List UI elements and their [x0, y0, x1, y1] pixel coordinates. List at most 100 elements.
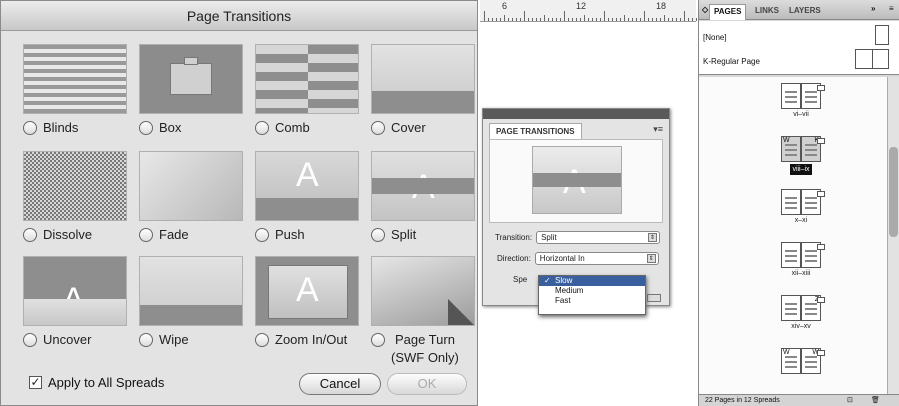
- ok-button[interactable]: OK: [387, 373, 467, 395]
- fast-forward-icon[interactable]: »: [871, 4, 875, 13]
- cancel-button[interactable]: Cancel: [299, 373, 381, 395]
- menu-item-fast[interactable]: Fast: [539, 296, 645, 306]
- master-none-thumb[interactable]: [875, 25, 889, 45]
- ruler-tick: [672, 18, 673, 21]
- option-label: Split: [391, 227, 417, 242]
- ruler-tick: [524, 11, 525, 21]
- transition-icon: [817, 138, 825, 144]
- apply-to-all-icon[interactable]: [647, 294, 661, 302]
- page-thumbnail[interactable]: [781, 189, 801, 215]
- panel-menu-icon[interactable]: ≡: [889, 4, 894, 13]
- ruler-tick: [628, 18, 629, 21]
- menu-item-medium[interactable]: Medium: [539, 286, 645, 296]
- page-thumbnail[interactable]: W: [781, 348, 801, 374]
- radio-push[interactable]: [255, 228, 269, 242]
- spread-label: xiv–xv: [791, 323, 811, 330]
- ruler-tick: [620, 18, 621, 21]
- page-thumbnail[interactable]: [781, 83, 801, 109]
- master-k-regular[interactable]: K-Regular Page: [703, 57, 760, 66]
- spread-item[interactable]: xii–xiii: [769, 242, 833, 277]
- checkmark-icon[interactable]: ✓: [29, 376, 42, 389]
- direction-row: Direction: Horizontal In ⇕: [497, 252, 659, 265]
- option-cover[interactable]: Cover: [371, 44, 483, 135]
- spread-item[interactable]: WW: [769, 348, 833, 374]
- uncover-thumbnail: A: [23, 256, 127, 326]
- page-thumbnail[interactable]: [781, 295, 801, 321]
- spread-item[interactable]: vi–vii: [769, 83, 833, 118]
- option-split[interactable]: A Split: [371, 151, 483, 242]
- spread-label: viii–ix: [790, 164, 812, 175]
- tab-links[interactable]: LINKS: [751, 4, 783, 20]
- option-zoom[interactable]: A Zoom In/Out: [255, 256, 367, 347]
- vertical-scrollbar[interactable]: [887, 77, 899, 395]
- ruler-tick: [596, 18, 597, 21]
- ruler-tick: [668, 18, 669, 21]
- pages-panel-tabs: ◇ PAGES LINKS LAYERS » ≡: [699, 0, 899, 20]
- radio-zoom[interactable]: [255, 333, 269, 347]
- radio-box[interactable]: [139, 121, 153, 135]
- ruler-tick: [692, 18, 693, 21]
- option-blinds[interactable]: Blinds: [23, 44, 135, 135]
- tab-pages[interactable]: PAGES: [709, 4, 747, 20]
- ruler-tick: [664, 15, 665, 21]
- page-thumbnail[interactable]: W: [781, 136, 801, 162]
- menu-item-slow[interactable]: ✓ Slow: [539, 276, 645, 286]
- page-thumbnail[interactable]: [781, 242, 801, 268]
- collapse-icon[interactable]: ◇: [702, 5, 708, 14]
- option-push[interactable]: A Push: [255, 151, 367, 242]
- menu-item-label: Fast: [555, 296, 571, 305]
- option-box[interactable]: Box: [139, 44, 251, 135]
- option-label: Push: [275, 227, 305, 242]
- new-page-icon[interactable]: ⊡: [847, 395, 853, 406]
- ruler-tick: [644, 11, 645, 21]
- page-transitions-dialog: Page Transitions Blinds Box Comb Cover D…: [0, 0, 478, 406]
- direction-select[interactable]: Horizontal In ⇕: [534, 252, 659, 265]
- radio-fade[interactable]: [139, 228, 153, 242]
- panel-menu-icon[interactable]: ▾≡: [653, 124, 663, 135]
- ruler-tick: [640, 18, 641, 21]
- master-k-regular-thumb[interactable]: [855, 49, 889, 69]
- option-comb[interactable]: Comb: [255, 44, 367, 135]
- radio-cover[interactable]: [371, 121, 385, 135]
- option-dissolve[interactable]: Dissolve: [23, 151, 135, 242]
- option-uncover[interactable]: A Uncover: [23, 256, 135, 347]
- ruler-tick: [688, 18, 689, 21]
- radio-dissolve[interactable]: [23, 228, 37, 242]
- option-wipe[interactable]: Wipe: [139, 256, 251, 347]
- pages-count: 22 Pages in 12 Spreads: [705, 397, 780, 404]
- fade-thumbnail: [139, 151, 243, 221]
- radio-page-turn[interactable]: [371, 333, 385, 347]
- spread-item[interactable]: x–xi: [769, 189, 833, 224]
- master-none[interactable]: [None]: [703, 33, 727, 42]
- radio-blinds[interactable]: [23, 121, 37, 135]
- transition-select[interactable]: Split ⇕: [536, 231, 661, 244]
- zoom-thumbnail: A: [255, 256, 359, 326]
- scroll-thumb[interactable]: [889, 147, 898, 237]
- pages-footer: 22 Pages in 12 Spreads ⊡ 🗑: [699, 394, 899, 406]
- master-letter: W: [783, 349, 790, 356]
- option-fade[interactable]: Fade: [139, 151, 251, 242]
- spreads-list[interactable]: vi–viiWKviii–ixx–xixii–xiiiZxiv–xvWW: [699, 77, 887, 395]
- spread-item[interactable]: Zxiv–xv: [769, 295, 833, 330]
- ruler-number: 12: [576, 1, 587, 11]
- radio-uncover[interactable]: [23, 333, 37, 347]
- ruler-tick: [504, 15, 505, 21]
- trash-icon[interactable]: 🗑: [871, 395, 880, 406]
- master-letter: W: [783, 137, 790, 144]
- spread-item[interactable]: WKviii–ix: [769, 136, 833, 175]
- ruler-tick: [500, 18, 501, 21]
- tab-layers[interactable]: LAYERS: [785, 4, 825, 20]
- apply-all-checkbox[interactable]: ✓ Apply to All Spreads: [29, 375, 164, 390]
- radio-comb[interactable]: [255, 121, 269, 135]
- ruler-tick: [676, 18, 677, 21]
- radio-split[interactable]: [371, 228, 385, 242]
- ruler-tick: [556, 18, 557, 21]
- ruler-tick: [592, 18, 593, 21]
- panel-tab[interactable]: PAGE TRANSITIONS: [489, 123, 582, 139]
- option-page-turn[interactable]: Page Turn (SWF Only): [371, 256, 483, 365]
- radio-wipe[interactable]: [139, 333, 153, 347]
- option-label: Cover: [391, 120, 426, 135]
- option-sublabel: (SWF Only): [391, 350, 459, 365]
- panel-titlebar[interactable]: [483, 109, 669, 119]
- transition-icon: [817, 350, 825, 356]
